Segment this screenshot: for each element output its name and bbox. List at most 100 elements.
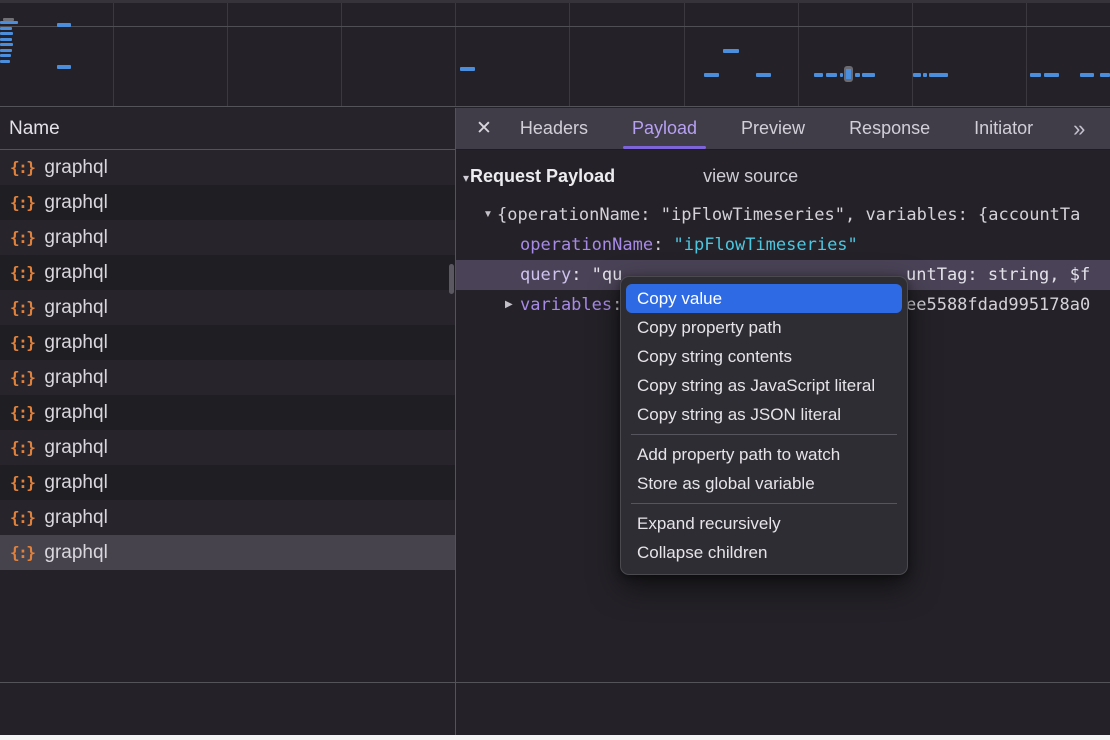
overview-gridline <box>227 3 228 106</box>
request-timing-bar <box>460 67 475 71</box>
menu-item-copy-property-path[interactable]: Copy property path <box>621 313 907 342</box>
request-row[interactable]: {:} graphql <box>0 255 455 290</box>
request-row[interactable]: {:} graphql <box>0 430 455 465</box>
property-key: query <box>520 265 571 285</box>
request-timing-bar <box>0 60 10 63</box>
overview-gridline <box>798 3 799 106</box>
request-row[interactable]: {:} graphql <box>0 395 455 430</box>
request-timing-bar <box>923 73 927 77</box>
request-name: graphql <box>44 332 107 354</box>
menu-item-copy-string-as-javascript-literal[interactable]: Copy string as JavaScript literal <box>621 371 907 400</box>
tab-initiator[interactable]: Initiator <box>970 108 1037 149</box>
request-timing-bar <box>723 49 739 53</box>
request-timing-bar <box>862 73 875 77</box>
request-name: graphql <box>44 542 107 564</box>
panel-resize-divider[interactable] <box>455 108 456 740</box>
request-timing-bar <box>826 73 837 77</box>
request-timing-bar <box>840 73 843 77</box>
close-icon[interactable]: ✕ <box>476 117 492 140</box>
json-icon: {:} <box>10 508 34 527</box>
menu-item-copy-string-contents[interactable]: Copy string contents <box>621 342 907 371</box>
menu-separator <box>631 503 897 504</box>
json-icon: {:} <box>10 263 34 282</box>
request-row[interactable]: {:} graphql <box>0 360 455 395</box>
tab-response[interactable]: Response <box>845 108 934 149</box>
marker-core <box>846 69 851 79</box>
request-timing-bar <box>756 73 771 77</box>
json-icon: {:} <box>10 473 34 492</box>
collapsed-arrow-icon[interactable]: ▶ <box>505 290 513 320</box>
request-timing-bar <box>0 54 11 57</box>
tree-row-operationname[interactable]: operationName: "ipFlowTimeseries" <box>456 230 1110 260</box>
request-row[interactable]: {:} graphql <box>0 465 455 500</box>
request-timing-bar <box>1044 73 1059 77</box>
tab-strip: Headers Payload Preview Response Initiator <box>516 108 1073 149</box>
request-name: graphql <box>44 157 107 179</box>
menu-item-copy-string-as-json-literal[interactable]: Copy string as JSON literal <box>621 400 907 429</box>
detail-tab-bar: ✕ Headers Payload Preview Response Initiator… <box>456 108 1110 150</box>
request-name: graphql <box>44 262 107 284</box>
request-name: graphql <box>44 367 107 389</box>
menu-item-collapse-children[interactable]: Collapse children <box>621 538 907 567</box>
more-tabs-icon[interactable]: » <box>1073 116 1083 142</box>
request-timing-bar <box>913 73 921 77</box>
name-column-label: Name <box>9 118 60 139</box>
request-row[interactable]: {:} graphql <box>0 290 455 325</box>
json-icon: {:} <box>10 438 34 457</box>
overview-gridline <box>684 3 685 106</box>
request-timing-bar <box>855 73 860 77</box>
request-timing-bar <box>57 23 71 27</box>
overview-gridline <box>341 3 342 106</box>
json-icon: {:} <box>10 543 34 562</box>
request-row[interactable]: {:} graphql <box>0 535 455 570</box>
request-row[interactable]: {:} graphql <box>0 150 455 185</box>
request-timing-bar <box>1100 73 1110 77</box>
menu-item-copy-value[interactable]: Copy value <box>626 284 902 313</box>
json-icon: {:} <box>10 333 34 352</box>
request-row[interactable]: {:} graphql <box>0 325 455 360</box>
view-source-link[interactable]: view source <box>703 166 798 187</box>
json-icon: {:} <box>10 158 34 177</box>
name-column-header[interactable]: Name <box>0 108 455 150</box>
section-collapse-icon[interactable]: ▾ <box>463 171 469 185</box>
request-list: {:} graphql {:} graphql {:} graphql {:} graphql… <box>0 150 455 570</box>
overview-gridline <box>455 3 456 106</box>
json-icon: {:} <box>10 298 34 317</box>
request-timing-bar <box>0 43 13 46</box>
property-value-continued: untTag: string, $f <box>906 260 1090 290</box>
selected-request-marker <box>844 66 853 82</box>
menu-item-add-property-path-to-watch[interactable]: Add property path to watch <box>621 440 907 469</box>
tab-headers[interactable]: Headers <box>516 108 592 149</box>
footer-divider <box>0 682 1110 683</box>
json-icon: {:} <box>10 193 34 212</box>
tab-payload[interactable]: Payload <box>628 108 701 149</box>
request-name: graphql <box>44 507 107 529</box>
menu-item-expand-recursively[interactable]: Expand recursively <box>621 509 907 538</box>
request-row[interactable]: {:}graphql <box>0 185 455 220</box>
json-icon: {:} <box>10 403 34 422</box>
request-row[interactable]: {:} graphql <box>0 500 455 535</box>
json-icon: {:} <box>10 368 34 387</box>
tree-row-root[interactable]: ▼{operationName: "ipFlowTimeseries", var… <box>456 200 1110 230</box>
request-name: graphql <box>44 402 107 424</box>
object-preview-text: {operationName: "ipFlowTimeseries", vari… <box>497 205 1080 225</box>
request-timing-bar <box>704 73 719 77</box>
property-value: "qu <box>592 265 623 285</box>
request-name: graphql <box>44 472 107 494</box>
menu-item-store-as-global-variable[interactable]: Store as global variable <box>621 469 907 498</box>
request-name: graphql <box>44 437 107 459</box>
overview-gridline <box>569 3 570 106</box>
request-payload-section-header: ▾ Request Payload view source <box>456 150 1110 188</box>
scrollbar-thumb[interactable] <box>449 264 454 294</box>
property-colon: : <box>653 235 673 255</box>
expanded-arrow-icon[interactable]: ▼ <box>483 200 493 230</box>
waterfall-overview[interactable] <box>0 0 1110 107</box>
request-timing-bar <box>1080 73 1094 77</box>
request-timing-bar <box>814 73 823 77</box>
request-timing-bar <box>0 21 18 24</box>
section-title: Request Payload <box>470 166 615 187</box>
request-timing-bar <box>0 32 13 35</box>
request-name: graphql <box>44 297 107 319</box>
request-row[interactable]: {:}graphql <box>0 220 455 255</box>
tab-preview[interactable]: Preview <box>737 108 809 149</box>
